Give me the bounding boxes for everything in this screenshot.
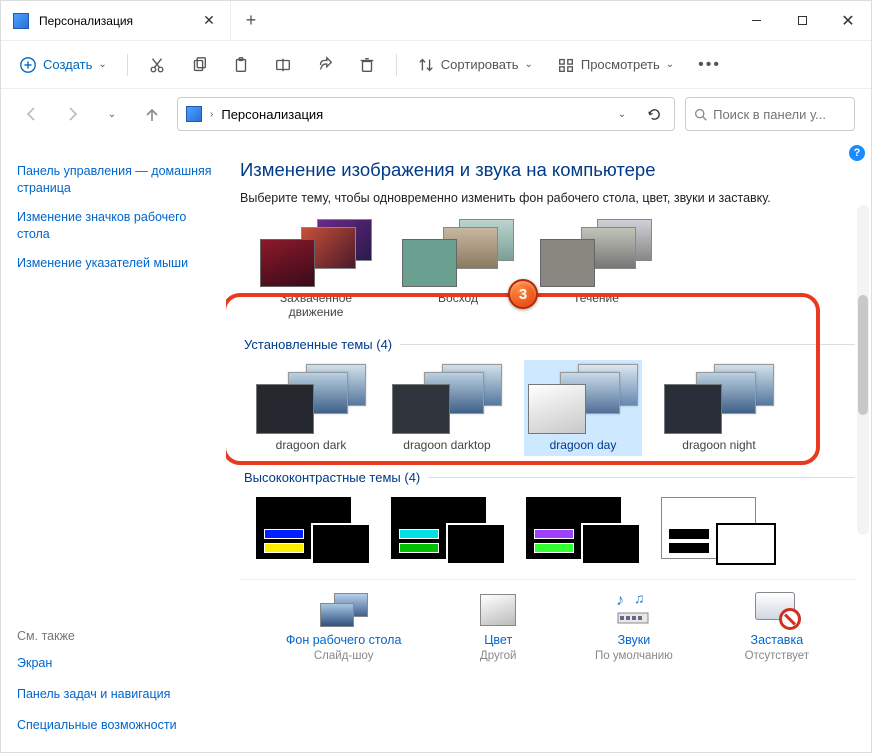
up-button[interactable] — [137, 99, 167, 129]
theme-card[interactable] — [522, 493, 645, 569]
scrollbar[interactable] — [857, 205, 869, 535]
theme-card[interactable]: dragoon darktop — [388, 360, 506, 456]
back-button[interactable] — [17, 99, 47, 129]
forward-button[interactable] — [57, 99, 87, 129]
page-subtitle: Выберите тему, чтобы одновременно измени… — [240, 191, 855, 205]
chevron-down-icon: ⌄ — [98, 59, 106, 70]
page-title: Изменение изображения и звука на компьют… — [240, 159, 855, 181]
cut-button[interactable] — [138, 48, 176, 82]
sort-label: Сортировать — [441, 57, 519, 72]
sidebar-pointers[interactable]: Изменение указателей мыши — [17, 251, 220, 276]
theme-label: Захваченное движение — [256, 291, 376, 319]
bottom-title: Заставка — [751, 633, 804, 647]
address-bar[interactable]: › Персонализация ⌄ — [177, 97, 675, 131]
view-label: Просмотреть — [581, 57, 660, 72]
main-panel: Изменение изображения и звука на компьют… — [226, 145, 871, 752]
close-window-button[interactable]: ✕ — [825, 1, 871, 40]
chevron-right-icon: › — [210, 109, 213, 120]
sounds-button[interactable]: ♪ ♫ Звуки По умолчанию — [595, 590, 673, 662]
chevron-down-icon: ⌄ — [524, 59, 532, 70]
theme-card[interactable]: Течение — [536, 215, 656, 323]
recent-button[interactable]: ⌄ — [97, 99, 127, 129]
titlebar: Персонализация ✕ + ✕ — [1, 1, 871, 41]
tab-title: Персонализация — [39, 14, 190, 28]
sidebar-taskbar[interactable]: Панель задач и навигация — [17, 682, 177, 707]
delete-button[interactable] — [348, 48, 386, 82]
new-tab-button[interactable]: + — [231, 1, 271, 40]
color-button[interactable]: Цвет Другой — [473, 590, 523, 662]
hc-themes-header: Высококонтрастные темы (4) — [240, 458, 855, 489]
installed-themes-row: dragoon dark dragoon darktop — [240, 356, 855, 458]
maximize-button[interactable] — [779, 1, 825, 40]
theme-label: dragoon darktop — [403, 438, 490, 452]
theme-card-selected[interactable]: dragoon day — [524, 360, 642, 456]
theme-label: dragoon night — [682, 438, 755, 452]
personalization-icon — [186, 106, 202, 122]
theme-card[interactable] — [387, 493, 510, 569]
sidebar-home[interactable]: Панель управления — домашняя страница — [17, 159, 220, 201]
svg-text:♫: ♫ — [634, 591, 645, 606]
theme-label: dragoon day — [550, 438, 617, 452]
sidebar-accessibility[interactable]: Специальные возможности — [17, 713, 177, 738]
theme-card[interactable]: Восход — [398, 215, 518, 323]
create-label: Создать — [43, 57, 92, 72]
svg-text:♪: ♪ — [616, 592, 624, 609]
view-button[interactable]: Просмотреть ⌄ — [547, 48, 684, 82]
window-tab[interactable]: Персонализация ✕ — [1, 1, 231, 40]
theme-label: dragoon dark — [276, 438, 347, 452]
theme-card[interactable] — [252, 493, 375, 569]
bottom-sub: Другой — [480, 650, 517, 662]
sidebar-footer-header: См. также — [17, 629, 177, 645]
theme-card[interactable]: Захваченное движение — [252, 215, 380, 323]
minimize-button[interactable] — [733, 1, 779, 40]
bottom-sub: По умолчанию — [595, 650, 673, 662]
theme-card[interactable]: dragoon night — [660, 360, 778, 456]
theme-card[interactable] — [657, 493, 780, 569]
rename-button[interactable] — [264, 48, 302, 82]
bottom-title: Звуки — [618, 633, 651, 647]
screensaver-button[interactable]: Заставка Отсутствует — [745, 590, 810, 662]
default-themes-row: Захваченное движение Восход — [240, 211, 855, 325]
search-icon — [694, 107, 707, 122]
sidebar: Панель управления — домашняя страница Из… — [1, 145, 226, 752]
bottom-sub: Отсутствует — [745, 650, 810, 662]
theme-label: Течение — [573, 291, 619, 305]
sidebar-icons[interactable]: Изменение значков рабочего стола — [17, 205, 220, 247]
toolbar: Создать ⌄ Сортировать ⌄ Просмотреть ⌄ ••… — [1, 41, 871, 89]
installed-themes-header: Установленные темы (4) — [240, 325, 855, 356]
sort-button[interactable]: Сортировать ⌄ — [407, 48, 543, 82]
bottom-title: Фон рабочего стола — [286, 633, 402, 647]
bottom-bar: Фон рабочего стола Слайд-шоу Цвет Другой… — [240, 579, 855, 668]
address-path: Персонализация — [221, 107, 602, 122]
scroll-thumb[interactable] — [858, 295, 868, 415]
sidebar-display[interactable]: Экран — [17, 651, 177, 676]
bottom-title: Цвет — [484, 633, 512, 647]
address-dropdown[interactable]: ⌄ — [610, 102, 634, 126]
close-tab-icon[interactable]: ✕ — [200, 12, 218, 29]
refresh-button[interactable] — [642, 102, 666, 126]
personalization-icon — [13, 13, 29, 29]
background-button[interactable]: Фон рабочего стола Слайд-шоу — [286, 590, 402, 662]
bottom-sub: Слайд-шоу — [314, 650, 374, 662]
theme-label: Восход — [438, 291, 478, 305]
create-button[interactable]: Создать ⌄ — [9, 48, 117, 82]
copy-button[interactable] — [180, 48, 218, 82]
search-input[interactable] — [713, 107, 846, 122]
search-box[interactable] — [685, 97, 855, 131]
nav-row: ⌄ › Персонализация ⌄ — [1, 89, 871, 145]
share-button[interactable] — [306, 48, 344, 82]
theme-card[interactable]: dragoon dark — [252, 360, 370, 456]
more-button[interactable]: ••• — [688, 48, 731, 82]
hc-themes-row — [240, 489, 855, 571]
paste-button[interactable] — [222, 48, 260, 82]
chevron-down-icon: ⌄ — [666, 59, 674, 70]
